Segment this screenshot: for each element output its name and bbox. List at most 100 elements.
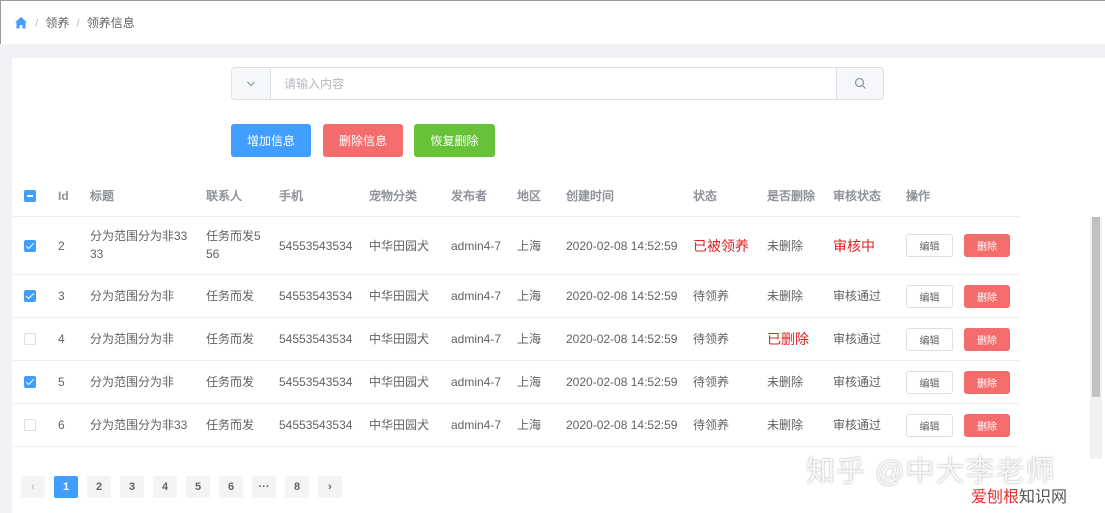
cell-category: 中华田园犬 — [369, 418, 430, 432]
cell-review: 审核中 — [833, 237, 875, 254]
cell-created: 2020-02-08 14:52:59 — [566, 332, 678, 346]
cell-contact: 任务而发 — [206, 418, 255, 432]
next-page-button[interactable]: › — [318, 476, 342, 498]
cell-status: 待领养 — [693, 289, 730, 303]
search-input[interactable] — [271, 68, 836, 99]
cell-title: 分为范围分为非 — [90, 289, 175, 303]
edit-button[interactable]: 编辑 — [906, 370, 953, 394]
cell-title: 分为范围分为非 — [90, 332, 175, 346]
table-row: 6 分为范围分为非33 任务而发 54553543534 中华田园犬 admin… — [12, 404, 1020, 447]
page-2[interactable]: 2 — [87, 476, 111, 498]
cell-publisher: admin4-7 — [451, 289, 502, 303]
table-row: 2 分为范围分为非33 33 任务而发5 56 54553543534 中华田园… — [12, 217, 1020, 275]
header-review: 审核状态 — [833, 189, 882, 203]
cell-created: 2020-02-08 14:52:59 — [566, 418, 678, 432]
cell-status: 待领养 — [693, 418, 730, 432]
cell-contact-line2: 56 — [206, 247, 220, 261]
row-checkbox[interactable] — [24, 419, 36, 431]
watermark-site-a: 爱刨根 — [971, 489, 1020, 506]
cell-title: 分为范围分为非33 — [90, 418, 188, 432]
main-panel: 增加信息 删除信息 恢复删除 Id 标题 联系人 手机 宠物分类 发布者 地区 … — [12, 58, 1105, 513]
cell-region: 上海 — [517, 238, 542, 253]
add-info-button[interactable]: 增加信息 — [231, 124, 311, 157]
page-8[interactable]: 8 — [285, 476, 309, 498]
edit-button[interactable]: 编辑 — [906, 413, 953, 437]
scrollbar-thumb[interactable] — [1092, 217, 1100, 397]
cell-title: 分为范围分为非33 33 — [90, 227, 187, 263]
cell-category: 中华田园犬 — [369, 238, 430, 253]
row-checkbox[interactable] — [24, 290, 36, 302]
cell-id: 5 — [58, 375, 65, 389]
header-title: 标题 — [90, 189, 115, 203]
page-6[interactable]: 6 — [219, 476, 243, 498]
delete-button[interactable]: 删除 — [964, 413, 1010, 437]
row-checkbox[interactable] — [24, 333, 36, 345]
row-checkbox[interactable] — [24, 376, 36, 388]
home-icon[interactable] — [14, 16, 28, 30]
header-publisher: 发布者 — [451, 189, 488, 203]
edit-button[interactable]: 编辑 — [906, 327, 953, 351]
watermark-site-b: 知识网 — [1019, 489, 1068, 506]
search-category-select[interactable] — [232, 68, 271, 99]
breadcrumb-separator: / — [76, 15, 80, 30]
prev-page-button[interactable]: ‹ — [21, 476, 45, 498]
page-3[interactable]: 3 — [120, 476, 144, 498]
chevron-down-icon — [247, 81, 255, 86]
edit-button[interactable]: 编辑 — [906, 284, 953, 308]
cell-category: 中华田园犬 — [369, 332, 430, 346]
cell-created: 2020-02-08 14:52:59 — [566, 375, 678, 389]
header-created: 创建时间 — [566, 189, 615, 203]
breadcrumb-item-adoption[interactable]: 领养 — [45, 14, 69, 31]
cell-title-line1: 分为范围分为非33 — [90, 229, 188, 243]
search-button[interactable] — [836, 68, 883, 99]
cell-phone: 54553543534 — [279, 289, 353, 303]
page-ellipsis[interactable]: ··· — [252, 476, 276, 498]
cell-contact: 任务而发 — [206, 332, 255, 346]
cell-deleted: 已删除 — [767, 331, 809, 347]
cell-publisher: admin4-7 — [451, 375, 502, 389]
header-deleted: 是否删除 — [767, 189, 816, 203]
cell-review: 审核通过 — [833, 375, 882, 389]
cell-region: 上海 — [517, 375, 542, 389]
table-row: 5 分为范围分为非 任务而发 54553543534 中华田园犬 admin4-… — [12, 361, 1020, 404]
search-bar — [231, 67, 884, 100]
search-icon — [854, 77, 866, 89]
cell-id: 6 — [58, 418, 65, 432]
breadcrumb-separator: / — [35, 15, 39, 30]
header-contact: 联系人 — [206, 189, 243, 203]
cell-status: 待领养 — [693, 332, 730, 346]
cell-title-line2: 33 — [90, 247, 104, 261]
cell-category: 中华田园犬 — [369, 375, 430, 389]
delete-button[interactable]: 删除 — [964, 284, 1010, 308]
cell-title: 分为范围分为非 — [90, 375, 175, 389]
cell-status: 已被领养 — [693, 237, 749, 254]
cell-publisher: admin4-7 — [451, 238, 502, 253]
table-header: Id 标题 联系人 手机 宠物分类 发布者 地区 创建时间 状态 是否删除 审核… — [12, 175, 1020, 217]
row-checkbox[interactable] — [24, 239, 36, 252]
breadcrumb: / 领养 / 领养信息 — [0, 0, 1105, 44]
edit-button[interactable]: 编辑 — [906, 234, 953, 257]
delete-info-button[interactable]: 删除信息 — [323, 124, 403, 157]
table-scrollbar[interactable] — [1090, 217, 1102, 459]
cell-created: 2020-02-08 14:52:59 — [566, 289, 678, 303]
delete-button[interactable]: 删除 — [964, 327, 1010, 351]
page-4[interactable]: 4 — [153, 476, 177, 498]
cell-phone: 54553543534 — [279, 418, 353, 432]
restore-delete-button[interactable]: 恢复删除 — [414, 124, 495, 157]
select-all-checkbox[interactable] — [24, 189, 36, 202]
page-1[interactable]: 1 — [54, 476, 78, 498]
cell-review: 审核通过 — [833, 289, 882, 303]
breadcrumb-item-adoption-info: 领养信息 — [86, 16, 135, 30]
cell-review: 审核通过 — [833, 418, 882, 432]
cell-review: 审核通过 — [833, 332, 882, 346]
header-id: Id — [58, 188, 69, 203]
cell-status: 待领养 — [693, 375, 730, 389]
page-5[interactable]: 5 — [186, 476, 210, 498]
cell-id: 4 — [58, 332, 65, 346]
cell-phone: 54553543534 — [279, 238, 353, 253]
cell-phone: 54553543534 — [279, 375, 353, 389]
delete-button[interactable]: 删除 — [964, 234, 1010, 257]
cell-contact: 任务而发5 56 — [206, 227, 261, 263]
cell-id: 2 — [58, 238, 65, 253]
delete-button[interactable]: 删除 — [964, 370, 1010, 394]
